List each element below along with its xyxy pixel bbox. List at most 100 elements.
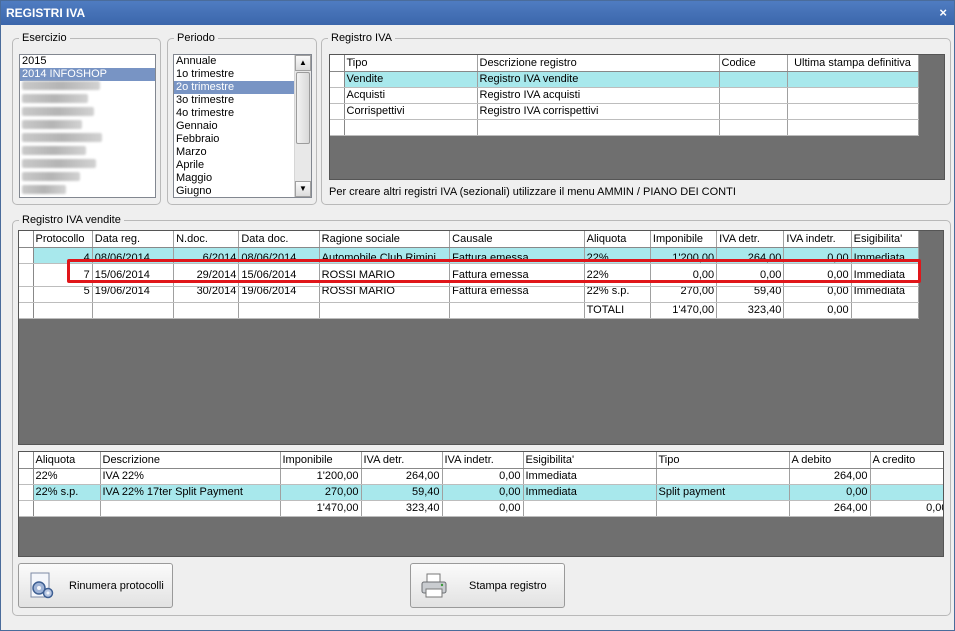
periodo-item[interactable]: Maggio xyxy=(174,172,311,185)
vendite-cell[interactable]: 08/06/2014 xyxy=(238,247,320,264)
cell-descrizione[interactable]: Registro IVA acquisti xyxy=(477,87,720,104)
vendite-cell[interactable]: 0,00 xyxy=(716,263,785,287)
riepilogo-row[interactable]: 1'470,00323,400,00264,000,00 xyxy=(19,500,943,517)
vendite-cell[interactable]: Fattura emessa xyxy=(449,263,585,287)
periodo-item[interactable]: Giugno xyxy=(174,185,311,197)
riepilogo-cell[interactable]: 22% s.p. xyxy=(33,484,101,501)
vendite-cell[interactable]: 22% xyxy=(584,263,651,287)
vendite-cell[interactable]: 22% s.p. xyxy=(584,286,651,303)
vendite-cell[interactable]: Immediata xyxy=(851,247,920,264)
vendite-row[interactable]: 5 19/06/2014 30/2014 19/06/2014 ROSSI MARIO F… xyxy=(19,286,920,303)
cell-codice[interactable] xyxy=(719,103,788,120)
periodo-item[interactable]: 4o trimestre xyxy=(174,107,311,120)
periodo-item[interactable]: 3o trimestre xyxy=(174,94,311,107)
riepilogo-cell[interactable]: IVA 22% xyxy=(100,468,281,485)
riepilogo-cell[interactable]: 0,00 xyxy=(442,484,524,501)
cell-tipo[interactable]: Vendite xyxy=(344,71,478,88)
cell-ultima-stampa[interactable] xyxy=(787,87,919,104)
scroll-down-icon[interactable]: ▼ xyxy=(295,181,311,197)
vendite-row[interactable]: 4 08/06/2014 6/2014 08/06/2014 Automobile Cl… xyxy=(19,247,920,264)
periodo-item[interactable]: Marzo xyxy=(174,146,311,159)
riepilogo-cell[interactable]: Immediata xyxy=(523,468,657,485)
vendite-row[interactable]: 7 15/06/2014 29/2014 15/06/2014 ROSSI MARIO F… xyxy=(19,263,920,287)
riepilogo-cell[interactable]: 22% xyxy=(33,468,101,485)
esercizio-item-redacted[interactable] xyxy=(20,185,155,197)
riepilogo-cell[interactable]: 323,40 xyxy=(361,500,443,517)
vendite-cell[interactable]: 15/06/2014 xyxy=(92,263,175,287)
riepilogo-cell[interactable]: Immediata xyxy=(523,484,657,501)
riepilogo-cell[interactable]: 264,00 xyxy=(789,500,871,517)
periodo-item[interactable]: Aprile xyxy=(174,159,311,172)
vendite-cell[interactable]: 6/2014 xyxy=(173,247,240,264)
vendite-cell[interactable]: 4 xyxy=(33,247,93,264)
cell-ultima-stampa[interactable] xyxy=(787,71,919,88)
cell-codice[interactable] xyxy=(719,87,788,104)
registro-row[interactable]: Vendite Registro IVA vendite xyxy=(330,71,919,88)
riepilogo-cell[interactable] xyxy=(523,500,657,517)
esercizio-item[interactable]: 2014 INFOSHOP xyxy=(20,68,155,81)
vendite-cell[interactable]: Fattura emessa xyxy=(449,247,585,264)
esercizio-item-redacted[interactable] xyxy=(20,146,155,159)
esercizio-item-redacted[interactable] xyxy=(20,81,155,94)
rinumera-protocolli-button[interactable]: Rinumera protocolli xyxy=(18,563,173,608)
periodo-item[interactable]: 1o trimestre xyxy=(174,68,311,81)
vendite-cell[interactable]: 19/06/2014 xyxy=(238,286,320,303)
vendite-cell[interactable]: 29/2014 xyxy=(173,263,240,287)
empty-cell[interactable] xyxy=(477,119,720,136)
esercizio-item-redacted[interactable] xyxy=(20,120,155,133)
riepilogo-cell[interactable] xyxy=(100,500,281,517)
riepilogo-cell[interactable]: IVA 22% 17ter Split Payment xyxy=(100,484,281,501)
vendite-cell[interactable]: 270,00 xyxy=(650,286,718,303)
vendite-cell[interactable]: 59,40 xyxy=(716,286,785,303)
registro-row[interactable]: Corrispettivi Registro IVA corrispettivi xyxy=(330,103,919,120)
riepilogo-cell[interactable]: 1'200,00 xyxy=(280,468,362,485)
vendite-cell[interactable]: 22% xyxy=(584,247,651,264)
empty-cell[interactable] xyxy=(344,119,478,136)
vendite-cell[interactable]: 5 xyxy=(33,286,93,303)
vendite-cell[interactable]: 7 xyxy=(33,263,93,287)
riepilogo-cell[interactable]: 0,00 xyxy=(870,500,943,517)
riepilogo-cell[interactable] xyxy=(656,468,790,485)
esercizio-item[interactable]: 2015 xyxy=(20,55,155,68)
riepilogo-cell[interactable]: 0,00 xyxy=(442,500,524,517)
esercizio-item-redacted[interactable] xyxy=(20,107,155,120)
riepilogo-cell[interactable]: Split payment xyxy=(656,484,790,501)
riepilogo-cell[interactable] xyxy=(656,500,790,517)
riepilogo-cell[interactable]: 59,40 xyxy=(361,484,443,501)
esercizio-list[interactable]: 2015 2014 INFOSHOP xyxy=(19,54,156,198)
vendite-cell[interactable]: 30/2014 xyxy=(173,286,240,303)
riepilogo-row[interactable]: 22% s.p. IVA 22% 17ter Split Payment 270,0… xyxy=(19,484,943,501)
riepilogo-cell[interactable]: 1'470,00 xyxy=(280,500,362,517)
esercizio-item-redacted[interactable] xyxy=(20,172,155,185)
riepilogo-cell[interactable] xyxy=(33,500,101,517)
riepilogo-cell[interactable] xyxy=(870,484,943,501)
vendite-cell[interactable]: 0,00 xyxy=(783,286,852,303)
vendite-cell[interactable]: 08/06/2014 xyxy=(92,247,175,264)
riepilogo-cell[interactable]: 264,00 xyxy=(361,468,443,485)
periodo-item[interactable]: Gennaio xyxy=(174,120,311,133)
vendite-cell[interactable]: ROSSI MARIO xyxy=(319,286,451,303)
vendite-cell[interactable]: Fattura emessa xyxy=(449,286,585,303)
periodo-scrollbar[interactable]: ▲ ▼ xyxy=(294,55,311,197)
riepilogo-cell[interactable]: 0,00 xyxy=(442,468,524,485)
cell-codice[interactable] xyxy=(719,71,788,88)
riepilogo-cell[interactable]: 0,00 xyxy=(789,484,871,501)
empty-cell[interactable] xyxy=(787,119,919,136)
vendite-cell[interactable]: 19/06/2014 xyxy=(92,286,175,303)
registro-row[interactable]: Acquisti Registro IVA acquisti xyxy=(330,87,919,104)
vendite-cell[interactable]: Automobile Club Rimini xyxy=(319,247,451,264)
vendite-cell[interactable]: ROSSI MARIO xyxy=(319,263,451,287)
vendite-cell[interactable]: Immediata xyxy=(851,263,920,287)
vendite-cell[interactable]: 0,00 xyxy=(783,247,852,264)
vendite-cell[interactable]: 0,00 xyxy=(650,263,718,287)
cell-descrizione[interactable]: Registro IVA vendite xyxy=(477,71,720,88)
empty-cell[interactable] xyxy=(719,119,788,136)
cell-descrizione[interactable]: Registro IVA corrispettivi xyxy=(477,103,720,120)
periodo-list[interactable]: Annuale 1o trimestre 2o trimestre 3o trimes… xyxy=(173,54,312,198)
periodo-item[interactable]: 2o trimestre xyxy=(174,81,311,94)
esercizio-item-redacted[interactable] xyxy=(20,94,155,107)
periodo-item[interactable]: Febbraio xyxy=(174,133,311,146)
scroll-up-icon[interactable]: ▲ xyxy=(295,55,311,71)
riepilogo-cell[interactable]: 270,00 xyxy=(280,484,362,501)
riepilogo-cell[interactable] xyxy=(870,468,943,485)
